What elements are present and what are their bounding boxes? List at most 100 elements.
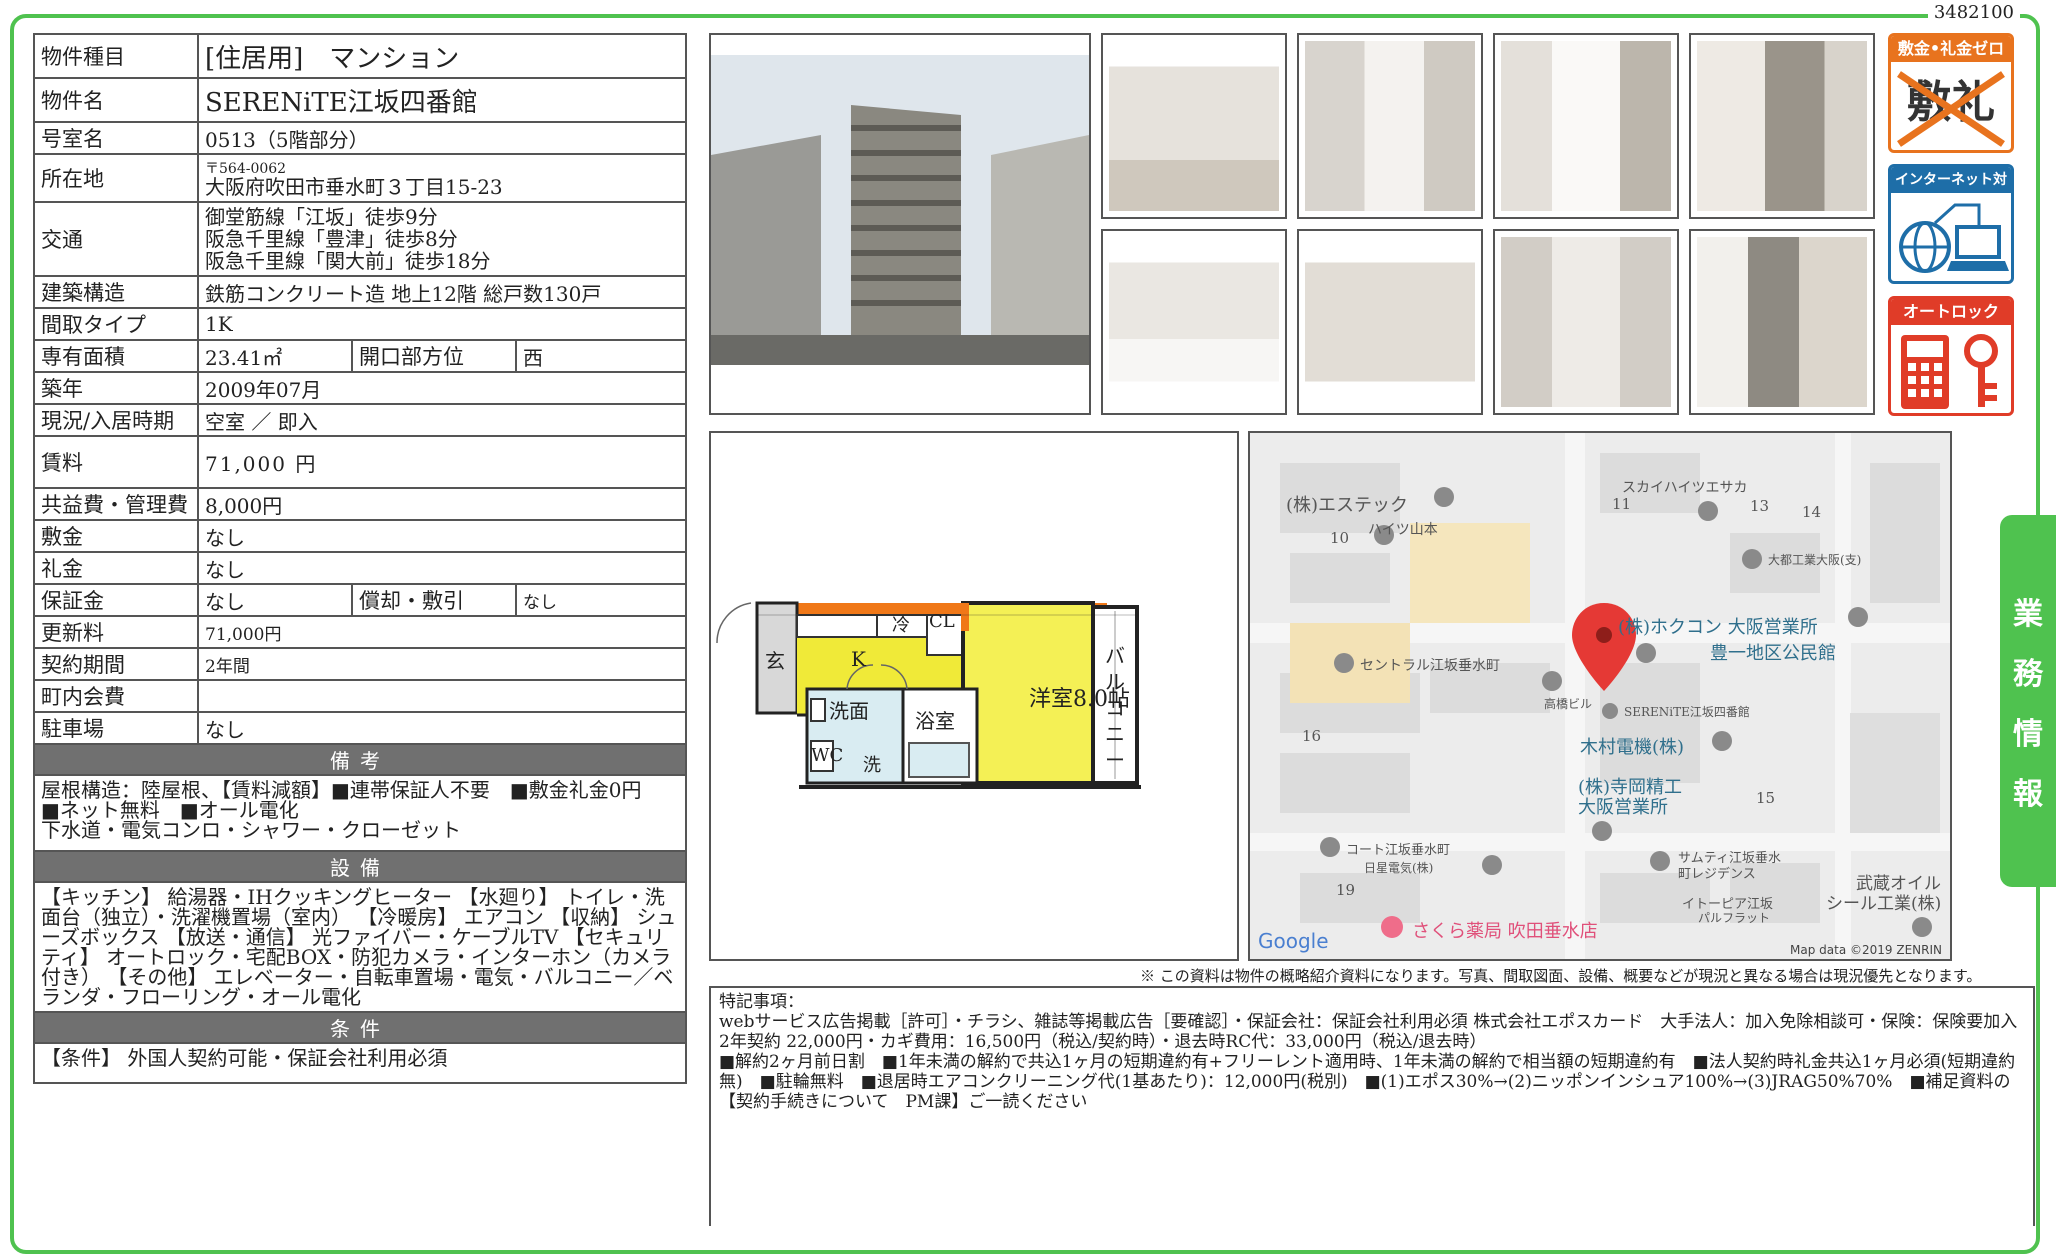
map-label: 豊一地区公民館 bbox=[1710, 643, 1836, 664]
interior-photo bbox=[1689, 229, 1875, 415]
special-notes-body: webサービス広告掲載［許可］・チラシ、雑誌等掲載広告［要確認］・保証会社：保証… bbox=[719, 1012, 2018, 1112]
label: 更新料 bbox=[33, 615, 199, 649]
map-label: コート江坂垂水町 bbox=[1346, 843, 1451, 858]
equipment-body: 【キッチン】 給湯器・IHクッキングヒーター 【水廻り】 トイレ・洗面台（独立）… bbox=[33, 881, 687, 1013]
zero-deposit-badge: 敷金•礼金ゼロ 敷礼 bbox=[1888, 33, 2014, 153]
wc-label: WC bbox=[811, 745, 844, 766]
special-notes-heading: 特記事項： bbox=[719, 992, 804, 1012]
autolock-badge: オートロック bbox=[1888, 296, 2014, 416]
map-label: 大阪営業所 bbox=[1578, 797, 1668, 818]
transport-line: 阪急千里線「豊津」徒歩8分 bbox=[205, 227, 458, 251]
washroom-label: 洗面 bbox=[829, 699, 869, 723]
room-number: 0513（5階部分） bbox=[197, 121, 687, 155]
badge-title: インターネット対応 bbox=[1891, 167, 2011, 214]
tab-char: 務 bbox=[2013, 657, 2043, 692]
label: 物件種目 bbox=[33, 33, 199, 79]
map-label: 大都工業大阪(支) bbox=[1768, 553, 1862, 567]
label: 建築構造 bbox=[33, 275, 199, 309]
floor-plan-drawing bbox=[716, 601, 1141, 789]
map-label: (株)ホクコン 大阪営業所 bbox=[1618, 617, 1818, 638]
block-number: 15 bbox=[1756, 789, 1776, 807]
document-code: 3482100 bbox=[1927, 2, 2020, 23]
map-label: 木村電機(株) bbox=[1580, 737, 1685, 758]
transport-line: 御堂筋線「江坂」徒歩9分 bbox=[205, 205, 438, 229]
label: 間取タイプ bbox=[33, 307, 199, 341]
autolock-icon bbox=[1901, 334, 1998, 409]
management-fee: 8,000円 bbox=[197, 487, 687, 521]
map-label: 日星電気(株) bbox=[1364, 861, 1434, 875]
label: 交通 bbox=[33, 201, 199, 277]
built-year: 2009年07月 bbox=[197, 371, 687, 405]
label: 専有面積 bbox=[33, 339, 199, 373]
floor-plan: 玄 K 冷 CL 洗面 浴室 WC 洗 洋室8.0帖 バルコニー bbox=[709, 431, 1239, 961]
layout-type: 1K bbox=[197, 307, 687, 341]
bath-label: 浴室 bbox=[915, 709, 955, 733]
block-number: 13 bbox=[1750, 497, 1770, 515]
conditions-header: 条件 bbox=[33, 1011, 687, 1044]
map-label: SERENiTE江坂四番館 bbox=[1624, 705, 1750, 719]
block-number: 14 bbox=[1802, 503, 1822, 521]
block-number: 16 bbox=[1302, 727, 1322, 745]
map-label: 高橋ビル bbox=[1544, 697, 1593, 711]
internet-icon bbox=[1899, 203, 2009, 273]
floor-area: 23.41㎡ bbox=[197, 339, 353, 373]
tab-char: 報 bbox=[2013, 777, 2043, 812]
conditions-body: 【条件】 外国人契約可能・保証会社利用必須 bbox=[33, 1042, 687, 1084]
opening-direction: 西 bbox=[515, 339, 687, 373]
label: 駐車場 bbox=[33, 711, 199, 745]
map-label: スカイハイツエサカ bbox=[1622, 480, 1748, 496]
community-fee bbox=[197, 679, 687, 713]
block-number: 11 bbox=[1612, 495, 1632, 513]
label: 現況/入居時期 bbox=[33, 403, 199, 437]
map-label: パルフラット bbox=[1698, 911, 1771, 925]
kitchen-label: K bbox=[851, 647, 866, 671]
map-label: シール工業(株) bbox=[1826, 894, 1942, 914]
interior-photo bbox=[1493, 229, 1679, 415]
amortization: なし bbox=[515, 583, 687, 617]
parking: なし bbox=[197, 711, 687, 745]
closet-label: CL bbox=[929, 611, 955, 632]
map-credit: Map data ©2019 ZENRIN bbox=[1790, 943, 1942, 957]
property-name: SERENiTE江坂四番館 bbox=[197, 77, 687, 123]
label: 礼金 bbox=[33, 551, 199, 585]
structure: 鉄筋コンクリート造 地上12階 総戸数130戸 bbox=[197, 275, 687, 309]
balcony-label: バルコニー bbox=[1105, 644, 1125, 772]
label: 敷金 bbox=[33, 519, 199, 553]
label: 共益費・管理費 bbox=[33, 487, 199, 521]
genkan-label: 玄 bbox=[765, 649, 785, 673]
building-photo bbox=[709, 33, 1091, 415]
remarks-header: 備考 bbox=[33, 743, 687, 776]
laundry-label: 洗 bbox=[863, 755, 881, 776]
label: 賃料 bbox=[33, 435, 199, 489]
fridge-label: 冷 bbox=[892, 615, 910, 636]
interior-photo bbox=[1101, 33, 1287, 219]
renewal-fee: 71,000円 bbox=[197, 615, 687, 649]
status: 空室 ／ 即入 bbox=[197, 403, 687, 437]
property-type: [住居用] マンション bbox=[197, 33, 687, 79]
map-label: さくら薬局 吹田垂水店 bbox=[1412, 921, 1598, 942]
transport-line: 阪急千里線「関大前」徒歩18分 bbox=[205, 249, 491, 273]
label: 開口部方位 bbox=[351, 339, 517, 373]
location-map[interactable]: (株)エステック ハイツ山本 スカイハイツエサカ 大都工業大阪(支) (株)ホク… bbox=[1248, 431, 1952, 961]
map-label: ハイツ山本 bbox=[1368, 522, 1438, 538]
label: 物件名 bbox=[33, 77, 199, 123]
label: 保証金 bbox=[33, 583, 199, 617]
building-image bbox=[711, 35, 1089, 413]
map-label: (株)エステック bbox=[1286, 495, 1409, 516]
badge-title: 敷金•礼金ゼロ bbox=[1891, 36, 2011, 62]
label: 号室名 bbox=[33, 121, 199, 155]
label: 所在地 bbox=[33, 153, 199, 203]
interior-photo bbox=[1493, 33, 1679, 219]
interior-photo bbox=[1297, 229, 1483, 415]
equipment-header: 設備 bbox=[33, 850, 687, 883]
business-info-tab[interactable]: 業 務 情 報 bbox=[2000, 515, 2056, 887]
badge-title: オートロック bbox=[1891, 299, 2011, 325]
interior-photo bbox=[1297, 33, 1483, 219]
map-label: 町レジデンス bbox=[1678, 867, 1756, 882]
special-notes: 特記事項： webサービス広告掲載［許可］・チラシ、雑誌等掲載広告［要確認］・保… bbox=[709, 986, 2035, 1226]
label: 償却・敷引 bbox=[351, 583, 517, 617]
property-table: 物件種目 [住居用] マンション 物件名 SERENiTE江坂四番館 号室名 0513… bbox=[33, 33, 687, 1084]
cross-icon bbox=[1897, 71, 2005, 147]
guarantee: なし bbox=[197, 583, 353, 617]
tab-char: 情 bbox=[2013, 717, 2043, 752]
